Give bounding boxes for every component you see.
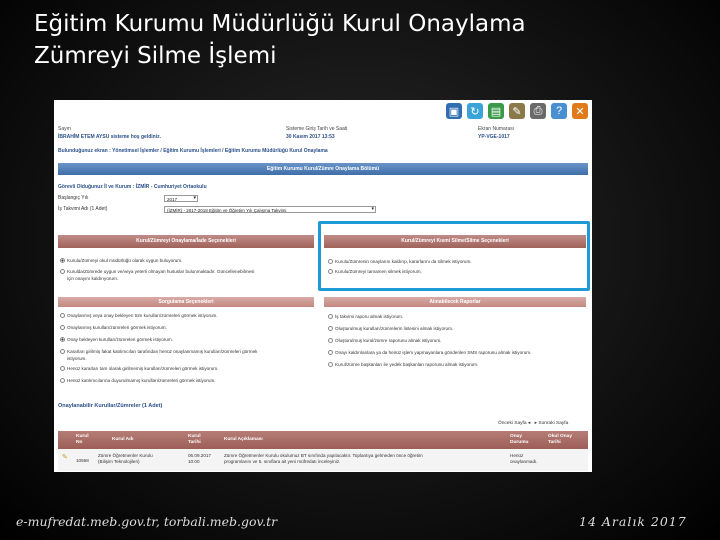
query-panel-title: Sorgulama Seçenekleri <box>58 297 314 307</box>
radio-icon[interactable] <box>328 350 333 355</box>
radio-icon[interactable] <box>60 258 65 263</box>
start-year-select[interactable]: 2017 <box>164 195 198 202</box>
query-option-4[interactable]: Kararları girilmiş fakat katılımcıları t… <box>60 349 257 354</box>
radio-icon[interactable] <box>328 314 333 319</box>
list-title: Onaylanabilir Kurullar/Zümreler (1 Adet) <box>58 403 163 409</box>
approve-option-2-label: Kurulda/Zümrede uygun ve/veya yeterli ol… <box>67 269 255 274</box>
query-option-label: Onaylanmış kurulları/zümreleri görmek is… <box>67 325 167 330</box>
approve-option-1-label: Kurulu/Zümreyi okul müdürlüğü olarak uyg… <box>67 258 183 263</box>
report-option-label: Onayı kaldırılanlara ya da henüz işlem y… <box>335 350 532 355</box>
edit-icon[interactable]: ✎ <box>62 454 68 460</box>
col-name: Kurul Adı <box>112 437 134 442</box>
pager: Önceki Sayfa ◂ ▸ Sonraki Sayfa <box>498 421 568 426</box>
prev-page-icon[interactable]: ◂ <box>528 421 530 426</box>
report-option-2[interactable]: Oluşturulmuş kurulları/zümrelerin listes… <box>328 326 453 331</box>
footer-date: 14 Aralık 2017 <box>579 514 687 529</box>
approve-option-1[interactable]: Kurulu/Zümreyi okul müdürlüğü olarak uyg… <box>60 258 182 263</box>
prev-page-link[interactable]: Önceki Sayfa <box>498 421 527 426</box>
query-option-label: Henüz katılımcılarına duyurulmamış kurul… <box>67 378 216 383</box>
duty-info: Görevli Olduğunuz İl ve Kurum : İZMİR - … <box>58 184 207 190</box>
row-approval-a: Henüz <box>510 453 524 458</box>
screen-number-label: Ekran Numarası <box>478 126 515 132</box>
next-page-link[interactable]: Sonraki Sayfa <box>538 421 568 426</box>
start-year-label: Başlangıç Yılı <box>58 195 89 201</box>
report-option-3[interactable]: Oluşturulmuş kurul/zümre raporunu almak … <box>328 338 441 343</box>
radio-icon[interactable] <box>60 349 65 354</box>
footer-source: e-mufredat.meb.gov.tr, torbali.meb.gov.t… <box>16 514 278 529</box>
query-option-3[interactable]: Onay bekleyen kurulları/zümreleri görmek… <box>60 337 173 342</box>
report-option-1[interactable]: İş takvimi raporu almak istiyorum. <box>328 314 403 319</box>
query-option-label: Henüz kararları tam olarak girilmemiş ku… <box>67 366 219 371</box>
radio-icon[interactable] <box>328 338 333 343</box>
screen-number-value: YP-VGE-1017 <box>478 134 510 140</box>
close-icon[interactable]: ✕ <box>572 103 588 119</box>
row-desc-b: programlarını ve 5. sınıflara ait yeni m… <box>224 459 341 464</box>
table-header: Kurul No Kurul Adı Kurul Tarihi Kurul Aç… <box>58 431 588 449</box>
report-option-label: Kurul/zümre başkanları ile yedek başkanl… <box>335 362 479 367</box>
slide-title-line1: Eğitim Kurumu Müdürlüğü Kurul Onaylama <box>34 11 526 37</box>
query-option-label: Kararları girilmiş fakat katılımcıları t… <box>67 349 258 354</box>
refresh-icon[interactable]: ↻ <box>467 103 483 119</box>
row-desc-a: Zümre Öğretmenler Kurulu okulumuz BT sın… <box>224 453 423 458</box>
row-name-b: (Bilişim Teknolojileri) <box>98 459 140 464</box>
query-option-label: Onay bekleyen kurulları/zümreleri görmek… <box>67 337 173 342</box>
toolbar: ▣ ↻ ▤ ✎ ⎙ ? ✕ <box>446 103 588 121</box>
calendar-select[interactable]: (İZMİR) - 2017-2018 Eğitim ve Öğretim Yı… <box>164 206 376 213</box>
report-option-4[interactable]: Onayı kaldırılanlara ya da henüz işlem y… <box>328 350 531 355</box>
radio-icon[interactable] <box>60 269 65 274</box>
section-title: Eğitim Kurumu Kurul/Zümre Onaylama Bölüm… <box>58 163 588 175</box>
row-no: 10568 <box>76 458 89 463</box>
radio-icon[interactable] <box>60 325 65 330</box>
delete-panel-highlight <box>318 221 590 291</box>
query-option-4-cont: istiyorum. <box>67 356 87 361</box>
radio-icon[interactable] <box>60 337 65 342</box>
clear-icon[interactable]: ✎ <box>509 103 525 119</box>
delete-icon[interactable]: ▤ <box>488 103 504 119</box>
col-no: Kurul No <box>76 434 89 445</box>
col-approval: Onay Durumu <box>510 434 529 445</box>
radio-icon[interactable] <box>60 378 65 383</box>
query-option-1[interactable]: Onaylanmış veya onay bekleyen tüm kurull… <box>60 313 218 318</box>
col-desc: Kurul Açıklaması <box>224 437 263 442</box>
row-name-a: Zümre Öğretmenler Kurulu <box>98 453 153 458</box>
user-label: Sayın <box>58 126 71 132</box>
session-info: Sayın İBRAHİM ETEM AYSU sisteme hoş geld… <box>58 126 588 144</box>
approve-option-2-label-cont: için onayını kaldırıyorum. <box>67 276 119 281</box>
report-option-label: Oluşturulmuş kurul/zümre raporunu almak … <box>335 338 442 343</box>
row-date-a: 06.09.2017 <box>188 453 211 458</box>
slide-title-line2: Zümreyi Silme İşlemi <box>34 43 277 69</box>
login-date-value: 30 Kasım 2017 13:53 <box>286 134 335 140</box>
reports-panel-title: Alınabilecek Raporlar <box>324 297 586 307</box>
login-date-label: Sisteme Giriş Tarih ve Saati <box>286 126 348 132</box>
radio-icon[interactable] <box>328 326 333 331</box>
approve-panel-title: Kurul/Zümreyi Onaylama/İade Seçenekleri <box>58 235 314 248</box>
report-option-5[interactable]: Kurul/zümre başkanları ile yedek başkanl… <box>328 362 478 367</box>
row-date-b: 10:00 <box>188 459 200 464</box>
approve-option-2[interactable]: Kurulda/Zümrede uygun ve/veya yeterli ol… <box>60 269 254 274</box>
app-screenshot: ▣ ↻ ▤ ✎ ⎙ ? ✕ Sayın İBRAHİM ETEM AYSU si… <box>54 100 592 472</box>
save-icon[interactable]: ▣ <box>446 103 462 119</box>
query-option-6[interactable]: Henüz katılımcılarına duyurulmamış kurul… <box>60 378 216 383</box>
query-option-2[interactable]: Onaylanmış kurulları/zümreleri görmek is… <box>60 325 167 330</box>
print-icon[interactable]: ⎙ <box>530 103 546 119</box>
breadcrumb: Bulunduğunuz ekran : Yönetimsel İşlemler… <box>58 148 328 154</box>
radio-icon[interactable] <box>328 362 333 367</box>
help-icon[interactable]: ? <box>551 103 567 119</box>
query-option-label: Onaylanmış veya onay bekleyen tüm kurull… <box>67 313 218 318</box>
user-value: İBRAHİM ETEM AYSU sisteme hoş geldiniz. <box>58 134 161 140</box>
report-option-label: Oluşturulmuş kurulları/zümrelerin listes… <box>335 326 454 331</box>
slide-title: Eğitim Kurumu Müdürlüğü Kurul Onaylama Z… <box>34 8 674 72</box>
col-date: Kurul Tarihi <box>188 434 201 445</box>
row-approval-b: onaylanmadı. <box>510 459 538 464</box>
col-principal-date: Okul Onay Tarihi <box>548 434 572 445</box>
report-option-label: İş takvimi raporu almak istiyorum. <box>335 314 404 319</box>
radio-icon[interactable] <box>60 366 65 371</box>
next-page-icon[interactable]: ▸ <box>535 421 537 426</box>
query-option-5[interactable]: Henüz kararları tam olarak girilmemiş ku… <box>60 366 218 371</box>
calendar-label: İş Takvimi Adı (1 Adet) <box>58 206 108 212</box>
radio-icon[interactable] <box>60 313 65 318</box>
table-row[interactable]: ✎ 10568 Zümre Öğretmenler Kurulu (Bilişi… <box>58 449 588 471</box>
